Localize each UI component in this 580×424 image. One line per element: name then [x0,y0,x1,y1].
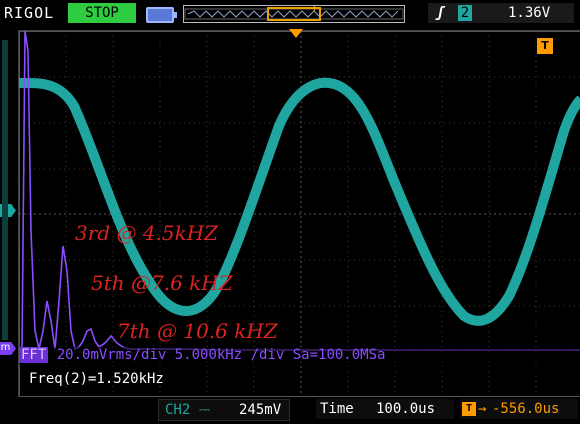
annotation-seventh-harmonic: 7th @ 10.6 kHZ [117,319,278,343]
memory-waveform-icon [184,7,404,21]
time-scale-value: 100.0us [376,401,436,417]
bottom-status-bar: CH2 ⎓ 245mV Time 100.0us T → -556.0us [0,397,580,424]
trigger-level-value: 1.36V [508,5,551,21]
fft-info-text: 20.0mVrms/div 5.000kHz /div Sa=100.0MSa [56,347,386,363]
fft-info-line: FFT 20.0mVrms/div 5.000kHz /div Sa=100.0… [19,347,580,365]
trigger-level-marker-label: T [541,39,549,52]
math-ground-marker[interactable]: m [0,342,16,355]
brand-logo: RIGOL [4,4,55,22]
trigger-offset-icon: T [462,402,476,416]
ch2-left-edge-bar [2,40,8,340]
ch2-scale-value: 245mV [239,402,282,418]
ch2-scale-box[interactable]: CH2 ⎓ 245mV [158,399,290,421]
trigger-offset-box[interactable]: T → -556.0us [460,399,578,419]
dc-coupling-icon: ⎓ [199,402,211,418]
memory-depth-bar: T [183,5,405,23]
trigger-offset-arrow-icon: → [478,401,487,417]
run-stop-indicator[interactable]: STOP [68,3,136,23]
trigger-edge-icon: ʃ [436,5,445,21]
trigger-level-marker[interactable]: T [537,38,553,54]
fft-tag: FFT [19,347,49,363]
trigger-status-box[interactable]: ʃ 2 1.36V [428,3,574,23]
timebase-box[interactable]: Time 100.0us [316,399,454,419]
fft-spectrum-trace [19,31,580,352]
annotation-fifth-harmonic: 5th @7.6 kHZ [91,271,233,295]
battery-icon [146,7,177,23]
memory-trigger-marker: T [311,5,318,14]
trigger-source-badge: 2 [458,5,472,21]
trigger-position-marker[interactable] [289,29,303,38]
math-marker-label: m [0,342,11,353]
trigger-offset-value: -556.0us [492,401,560,417]
time-label: Time [320,401,354,417]
frequency-measurement: Freq(2)=1.520kHz [29,371,164,387]
waveform-display[interactable]: 3rd @ 4.5kHZ 5th @7.6 kHZ 7th @ 10.6 kHZ… [18,29,580,397]
annotation-third-harmonic: 3rd @ 4.5kHZ [75,221,219,245]
ch2-label: CH2 [165,402,191,418]
top-status-bar: RIGOL STOP T ʃ 2 1.36V [0,0,580,28]
